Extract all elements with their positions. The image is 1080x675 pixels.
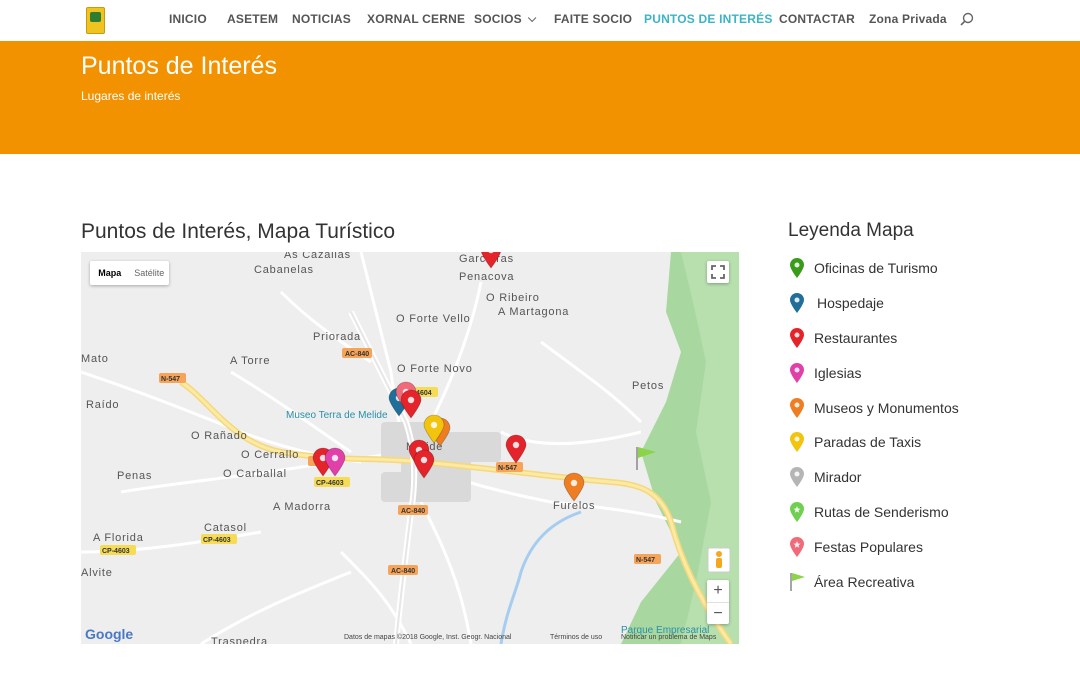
street-view-pegman-icon[interactable] <box>707 547 731 573</box>
place-label: A Martagona <box>498 306 569 318</box>
legend-item-mirador: Mirador <box>788 465 861 489</box>
page-title: Puntos de Interés <box>81 52 277 80</box>
grey-pin-icon <box>790 467 804 487</box>
tourist-map[interactable]: As Cazallas Cabanelas Garceiras Penacova… <box>81 252 739 644</box>
fullscreen-icon <box>711 265 725 279</box>
asetem-logo[interactable] <box>86 7 105 34</box>
place-label: Cabanelas <box>254 264 314 276</box>
place-label: Raído <box>86 399 119 411</box>
legend-item-rutas-de-senderismo: Rutas de Senderismo <box>788 500 949 524</box>
place-label: O Carballal <box>223 468 287 480</box>
legend-item-festas-populares: Festas Populares <box>788 535 923 559</box>
legend-label: Mirador <box>814 469 862 485</box>
orange-pin-icon <box>790 398 804 418</box>
nav-zona-privada[interactable]: Zona Privada <box>869 12 947 26</box>
nav-puntos-de-interes[interactable]: PUNTOS DE INTERÉS <box>644 12 773 26</box>
place-label: O Rañado <box>191 430 248 442</box>
legend-label: Museos y Monumentos <box>814 400 959 416</box>
zoom-in-button[interactable]: + <box>707 580 729 603</box>
place-label: Catasol <box>204 522 247 534</box>
place-label: O Forte Vello <box>396 313 471 325</box>
terms-of-use-link[interactable]: Términos de uso <box>550 634 602 641</box>
road-label: CP-4603 <box>203 537 231 544</box>
nav-inicio[interactable]: INICIO <box>169 12 207 26</box>
legend-item-oficinas-de-turismo: Oficinas de Turismo <box>788 256 938 280</box>
green-pin-icon <box>790 258 804 278</box>
place-label: Priorada <box>313 331 361 343</box>
place-label: Penas <box>117 470 152 482</box>
legend-item-museos-y-monumentos: Museos y Monumentos <box>788 396 959 420</box>
road-label: AC-840 <box>401 508 425 515</box>
road-label: CP-4603 <box>102 548 130 555</box>
place-label: Furelos <box>553 500 595 512</box>
place-label: A Torre <box>230 355 270 367</box>
nav-faite-socio[interactable]: FAITE SOCIO <box>554 12 632 26</box>
place-label: A Florida <box>93 532 144 544</box>
legend-label: Restaurantes <box>814 330 898 346</box>
festival-pin-icon <box>790 537 804 557</box>
map-type-mapa[interactable]: Mapa <box>90 261 130 285</box>
legend-label: Hospedaje <box>817 295 884 311</box>
nav-asetem[interactable]: ASETEM <box>227 12 278 26</box>
legend-item-iglesias: Iglesias <box>788 361 861 385</box>
legend-label: Oficinas de Turismo <box>814 260 938 276</box>
legend-label: Paradas de Taxis <box>814 434 922 450</box>
legend-label: Iglesias <box>814 365 862 381</box>
blue-pin-icon <box>790 293 804 313</box>
top-navigation-bar: INICIO ASETEM NOTICIAS XORNAL CERNE SOCI… <box>0 0 1080 42</box>
nav-socios-label: SOCIOS <box>474 12 522 26</box>
fullscreen-button[interactable] <box>707 261 729 283</box>
google-logo: Google <box>85 626 133 642</box>
legend-label: Área Recreativa <box>814 574 915 590</box>
place-label: A Madorra <box>273 501 331 513</box>
road-label: AC-840 <box>391 568 415 575</box>
road-label: AC-840 <box>345 351 369 358</box>
zoom-control: + − <box>707 580 729 624</box>
chevron-down-icon <box>527 13 537 23</box>
place-label: Mato <box>81 353 109 365</box>
place-label: As Cazallas <box>284 252 351 261</box>
page-subtitle: Lugares de interés <box>81 89 181 103</box>
map-canvas: As Cazallas Cabanelas Garceiras Penacova… <box>81 252 739 644</box>
map-type-control: Mapa Satélite <box>90 261 169 285</box>
legend-item-hospedaje: Hospedaje <box>788 291 884 315</box>
place-label: Alvite <box>81 567 113 579</box>
map-type-satelite[interactable]: Satélite <box>130 261 170 285</box>
legend-item-area-recreativa: Área Recreativa <box>788 570 914 594</box>
map-title: Puntos de Interés, Mapa Turístico <box>81 220 395 243</box>
place-label: O Cerrallo <box>241 449 299 461</box>
place-label: O Ribeiro <box>486 292 540 304</box>
road-label: N-547 <box>161 376 180 383</box>
zoom-out-button[interactable]: − <box>707 603 729 624</box>
map-data-credit: Datos de mapas ©2018 Google, Inst. Geogr… <box>344 634 512 641</box>
red-pin-icon <box>790 328 804 348</box>
place-label: Traspedra <box>211 636 268 644</box>
page-banner: Puntos de Interés Lugares de interés <box>0 41 1080 154</box>
legend-item-paradas-de-taxis: Paradas de Taxis <box>788 430 921 454</box>
road-label: N-547 <box>636 557 655 564</box>
legend-item-restaurantes: Restaurantes <box>788 326 897 350</box>
place-label: Museo Terra de Melide <box>286 410 388 421</box>
report-problem-link[interactable]: Notificar un problema de Maps <box>621 634 716 641</box>
place-label: Penacova <box>459 271 514 283</box>
road-label: N-547 <box>498 465 517 472</box>
legend-label: Festas Populares <box>814 539 923 555</box>
green-flag-icon <box>790 573 805 591</box>
legend-title: Leyenda Mapa <box>788 220 914 241</box>
nav-xornal-cerne[interactable]: XORNAL CERNE <box>367 12 465 26</box>
road-label: CP-4603 <box>316 480 344 487</box>
nav-contactar[interactable]: CONTACTAR <box>779 12 855 26</box>
place-label: O Forte Novo <box>397 363 473 375</box>
nav-socios[interactable]: SOCIOS <box>474 12 537 26</box>
search-icon[interactable] <box>960 12 974 26</box>
yellow-pin-icon <box>790 432 804 452</box>
pink-pin-icon <box>790 363 804 383</box>
nav-noticias[interactable]: NOTICIAS <box>292 12 351 26</box>
place-label: Petos <box>632 380 664 392</box>
legend-label: Rutas de Senderismo <box>814 504 949 520</box>
hiking-pin-icon <box>790 502 804 522</box>
